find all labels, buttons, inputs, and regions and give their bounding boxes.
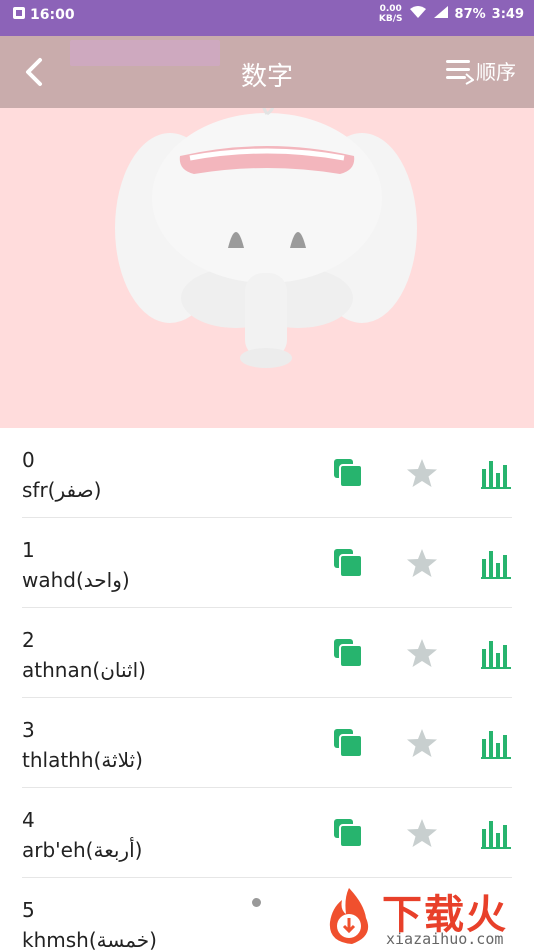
list-item[interactable]: 1 wahd(واحد) — [0, 518, 534, 608]
signal-icon — [433, 5, 449, 23]
item-number: 1 — [22, 538, 35, 562]
copy-icon — [334, 549, 363, 578]
item-word: khmsh(خمسة) — [22, 928, 157, 950]
stats-icon — [481, 551, 511, 579]
favorite-button[interactable] — [405, 636, 439, 670]
battery-percent: 87% — [454, 6, 486, 22]
item-word: athnan(اثنان) — [22, 658, 146, 682]
item-number: 4 — [22, 808, 35, 832]
elephant-illustration — [115, 108, 417, 368]
star-icon — [407, 459, 437, 487]
scroll-indicator — [252, 898, 261, 907]
copy-button[interactable] — [331, 726, 365, 760]
favorite-button[interactable] — [405, 546, 439, 580]
status-clock: 3:49 — [491, 6, 524, 22]
item-number: 0 — [22, 448, 35, 472]
order-button[interactable]: 顺序 — [444, 56, 516, 85]
notification-icon — [12, 6, 26, 24]
copy-button[interactable] — [331, 636, 365, 670]
stats-button[interactable] — [479, 726, 513, 760]
stats-icon — [481, 821, 511, 849]
star-icon — [407, 639, 437, 667]
wifi-icon — [409, 5, 427, 23]
star-icon — [407, 549, 437, 577]
stats-button[interactable] — [479, 816, 513, 850]
copy-button[interactable] — [331, 546, 365, 580]
net-speed-value: 0.00 — [379, 4, 402, 14]
watermark-logo-icon — [329, 888, 369, 944]
copy-icon — [334, 459, 363, 488]
list-item[interactable]: 3 thlathh(ثلاثة) — [0, 698, 534, 788]
stats-button[interactable] — [479, 636, 513, 670]
item-word: sfr(صفر) — [22, 478, 102, 502]
copy-button[interactable] — [331, 456, 365, 490]
favorite-button[interactable] — [405, 456, 439, 490]
stats-icon — [481, 641, 511, 669]
stats-button[interactable] — [479, 456, 513, 490]
list-item[interactable]: 2 athnan(اثنان) — [0, 608, 534, 698]
order-menu-icon — [446, 59, 474, 85]
order-label: 顺序 — [476, 60, 516, 84]
item-number: 3 — [22, 718, 35, 742]
list-item[interactable]: 0 sfr(صفر) — [0, 428, 534, 518]
star-icon — [407, 819, 437, 847]
stats-button[interactable] — [479, 546, 513, 580]
status-time: 16:00 — [30, 7, 75, 23]
status-bar: 16:00 0.00 KB/S 87% 3:49 — [0, 0, 534, 36]
net-speed: 0.00 KB/S — [379, 4, 403, 24]
star-icon — [407, 729, 437, 757]
net-speed-unit: KB/S — [378, 14, 403, 24]
status-left: 16:00 — [12, 6, 75, 24]
stats-icon — [481, 731, 511, 759]
number-list: 0 sfr(صفر) 1 wahd(واحد) 2 athnan(اثنان) 3 thlat… — [0, 428, 534, 950]
item-word: thlathh(ثلاثة) — [22, 748, 143, 772]
copy-icon — [334, 639, 363, 668]
hero-banner — [0, 108, 534, 428]
item-number: 2 — [22, 628, 35, 652]
copy-icon — [334, 819, 363, 848]
stats-icon — [481, 461, 511, 489]
watermark-en: xiazaihuo.com — [386, 930, 504, 948]
favorite-button[interactable] — [405, 816, 439, 850]
item-number: 5 — [22, 898, 35, 922]
favorite-button[interactable] — [405, 726, 439, 760]
status-right: 0.00 KB/S 87% 3:49 — [379, 4, 524, 24]
watermark: 下载火 xiazaihuo.com — [318, 880, 534, 950]
list-item[interactable]: 4 arb'eh(أربعة) — [0, 788, 534, 878]
copy-button[interactable] — [331, 816, 365, 850]
copy-icon — [334, 729, 363, 758]
item-word: wahd(واحد) — [22, 568, 130, 592]
item-word: arb'eh(أربعة) — [22, 838, 143, 862]
app-bar: 数字 顺序 — [0, 36, 534, 108]
